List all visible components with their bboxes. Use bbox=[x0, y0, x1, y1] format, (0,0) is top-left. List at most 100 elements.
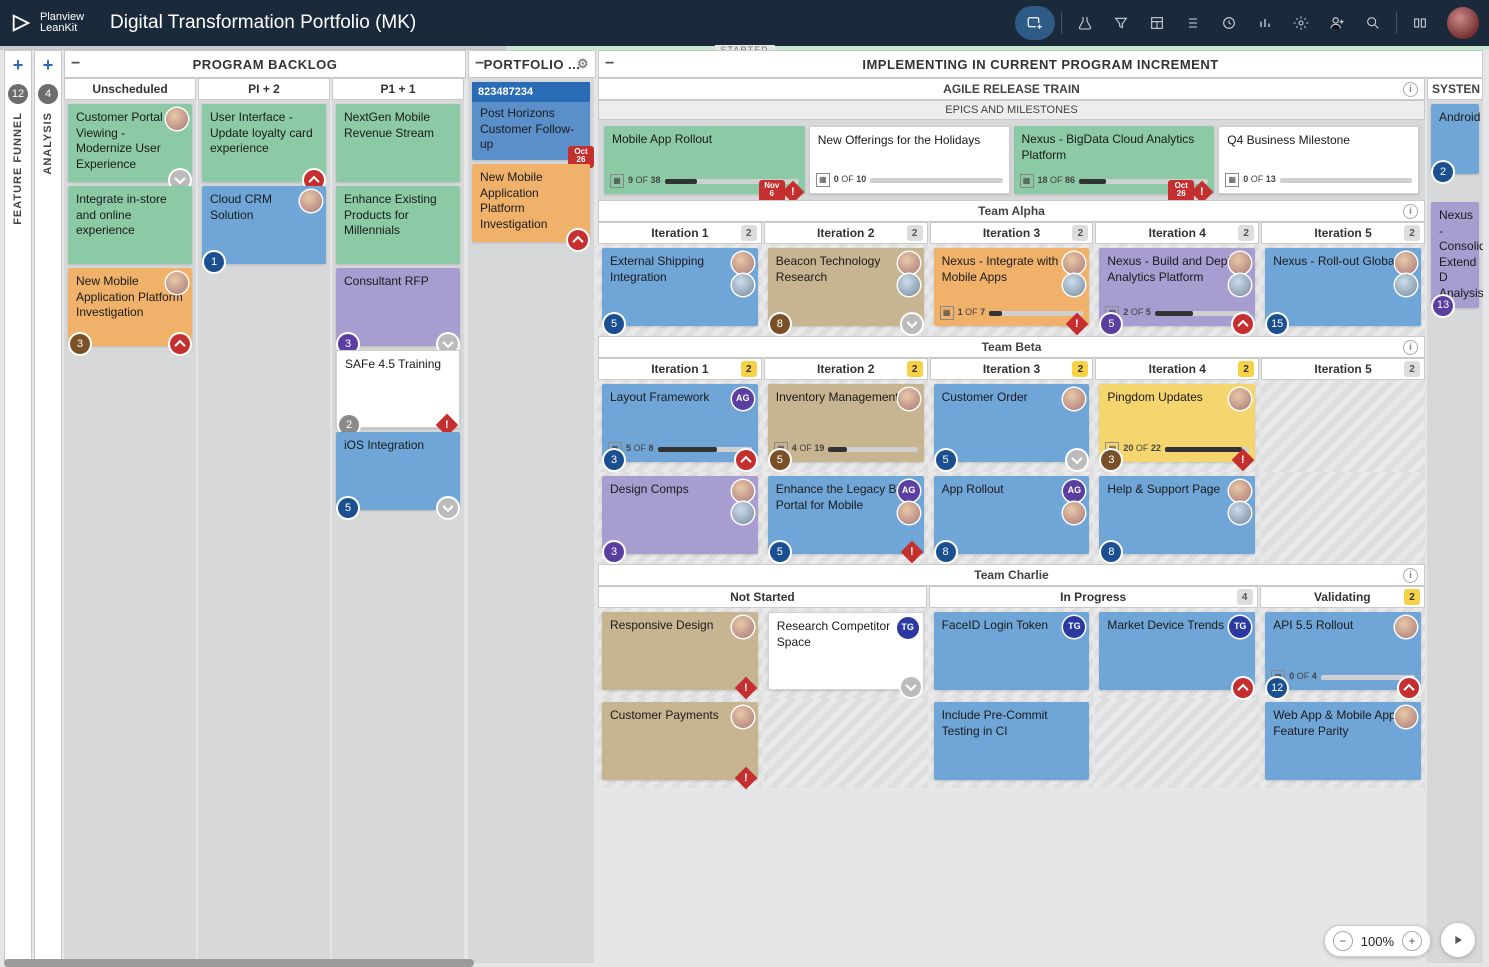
card[interactable]: Consultant RFP3 bbox=[336, 268, 460, 346]
expand-icon[interactable] bbox=[170, 334, 190, 354]
card[interactable]: Nexus - Integrate with Mobile Apps▦1 OF … bbox=[934, 248, 1090, 326]
card[interactable]: Pingdom Updates▦20 OF 223 bbox=[1099, 384, 1255, 462]
iteration-header[interactable]: Iteration 52 bbox=[1261, 358, 1425, 380]
expand-icon[interactable] bbox=[568, 230, 588, 250]
gear-icon[interactable]: ⚙ bbox=[577, 56, 589, 72]
card-count-badge[interactable]: 5 bbox=[770, 450, 790, 470]
collapse-icon[interactable]: − bbox=[605, 55, 615, 73]
card[interactable]: Nexus - Consolid Extend D Analysis13 bbox=[1431, 202, 1479, 308]
collapse-icon[interactable]: − bbox=[71, 55, 81, 73]
zoom-in-button[interactable]: + bbox=[1402, 931, 1422, 951]
card[interactable]: iOS Integration5 bbox=[336, 432, 460, 510]
card-count-badge[interactable]: 5 bbox=[1101, 314, 1121, 334]
expand-icon[interactable] bbox=[901, 677, 921, 697]
card[interactable]: Design Comps3 bbox=[602, 476, 758, 554]
card-count-badge[interactable]: 5 bbox=[770, 542, 790, 562]
column-header[interactable]: P1 + 1 bbox=[332, 78, 464, 100]
card[interactable]: Help & Support Page8 bbox=[1099, 476, 1255, 554]
iteration-header[interactable]: Iteration 52 bbox=[1261, 222, 1425, 244]
card[interactable]: Inventory Management▦4 OF 195 bbox=[768, 384, 924, 462]
card[interactable]: Nexus - Build and Deploy Analytics Platf… bbox=[1099, 248, 1255, 326]
card[interactable]: Nexus - Roll-out Globally15 bbox=[1265, 248, 1421, 326]
card[interactable]: Layout FrameworkAG▦5 OF 83 bbox=[602, 384, 758, 462]
layout-button[interactable] bbox=[1140, 6, 1174, 40]
search-button[interactable] bbox=[1356, 6, 1390, 40]
card[interactable]: Integrate in-store and online experience bbox=[68, 186, 192, 264]
card[interactable]: Enhance Existing Products for Millennial… bbox=[336, 186, 460, 264]
card[interactable]: SAFe 4.5 Training2 bbox=[336, 350, 460, 428]
expand-icon[interactable] bbox=[1399, 678, 1419, 698]
card[interactable]: API 5.5 Rollout▦0 OF 412 bbox=[1265, 612, 1421, 690]
zoom-out-button[interactable]: − bbox=[1333, 931, 1353, 951]
column-header[interactable]: Validating2 bbox=[1260, 586, 1425, 608]
iteration-header[interactable]: Iteration 42 bbox=[1095, 222, 1259, 244]
card-count-badge[interactable]: 8 bbox=[770, 314, 790, 334]
rail-analysis[interactable]: + 4 ANALYSIS bbox=[34, 50, 62, 963]
horizontal-scrollbar[interactable] bbox=[4, 959, 474, 967]
card-count-badge[interactable]: 2 bbox=[1433, 162, 1453, 182]
card[interactable]: Nexus - BigData Cloud Analytics Platform… bbox=[1014, 126, 1215, 194]
card[interactable]: Customer Portal Viewing - Modernize User… bbox=[68, 104, 192, 182]
card[interactable]: Android2 bbox=[1431, 104, 1479, 174]
card[interactable]: Market Device TrendsTG bbox=[1099, 612, 1255, 690]
alert-icon[interactable] bbox=[902, 542, 922, 562]
expand-icon[interactable] bbox=[736, 450, 756, 470]
settings-button[interactable] bbox=[1284, 6, 1318, 40]
info-icon[interactable]: i bbox=[1403, 204, 1418, 219]
lane-header[interactable]: − IMPLEMENTING IN CURRENT PROGRAM INCREM… bbox=[598, 50, 1483, 78]
card[interactable]: NextGen Mobile Revenue Stream bbox=[336, 104, 460, 182]
expand-icon[interactable] bbox=[1233, 678, 1253, 698]
iteration-header[interactable]: Iteration 32 bbox=[930, 222, 1094, 244]
rail-feature-funnel[interactable]: + 12 FEATURE FUNNEL bbox=[4, 50, 32, 963]
card[interactable]: FaceID Login TokenTG bbox=[934, 612, 1090, 690]
lane-header[interactable]: − PROGRAM BACKLOG bbox=[64, 50, 466, 78]
card[interactable]: Research Competitor SpaceTG bbox=[768, 612, 924, 690]
card-count-badge[interactable]: 3 bbox=[604, 542, 624, 562]
expand-icon[interactable] bbox=[902, 314, 922, 334]
card-count-badge[interactable]: 5 bbox=[338, 498, 358, 518]
card-count-badge[interactable]: 1 bbox=[204, 252, 224, 272]
card[interactable]: App RolloutAG8 bbox=[934, 476, 1090, 554]
alert-icon[interactable] bbox=[783, 182, 803, 202]
card[interactable]: New Offerings for the Holidays▦0 OF 10 bbox=[809, 126, 1010, 194]
card-count-badge[interactable]: 5 bbox=[604, 314, 624, 334]
card-count-badge[interactable]: 5 bbox=[936, 450, 956, 470]
card-count-badge[interactable]: 3 bbox=[604, 450, 624, 470]
filter-button[interactable] bbox=[1104, 6, 1138, 40]
expand-icon[interactable] bbox=[1233, 314, 1253, 334]
iteration-header[interactable]: Iteration 32 bbox=[930, 358, 1094, 380]
column-header[interactable]: Not Started bbox=[598, 586, 927, 608]
card[interactable]: Responsive Design bbox=[602, 612, 758, 690]
alert-icon[interactable] bbox=[1233, 450, 1253, 470]
card[interactable]: Q4 Business Milestone▦0 OF 13 bbox=[1218, 126, 1419, 194]
metrics-button[interactable] bbox=[1068, 6, 1102, 40]
alert-icon[interactable] bbox=[736, 678, 756, 698]
user-avatar[interactable] bbox=[1447, 7, 1479, 39]
alert-icon[interactable] bbox=[1067, 314, 1087, 334]
info-icon[interactable]: i bbox=[1403, 568, 1418, 583]
card[interactable]: User Interface - Update loyalty card exp… bbox=[202, 104, 326, 182]
expand-icon[interactable] bbox=[1067, 450, 1087, 470]
collapse-icon[interactable]: − bbox=[475, 55, 485, 73]
card[interactable]: Web App & Mobile App Feature Parity bbox=[1265, 702, 1421, 780]
list-button[interactable] bbox=[1176, 6, 1210, 40]
card-count-badge[interactable]: 3 bbox=[1101, 450, 1121, 470]
card-count-badge[interactable]: 13 bbox=[1433, 296, 1453, 316]
card[interactable]: New Mobile Application Platform Investig… bbox=[68, 268, 192, 346]
expand-icon[interactable] bbox=[438, 498, 458, 518]
card[interactable]: Customer Payments bbox=[602, 702, 758, 780]
column-header[interactable]: Unscheduled bbox=[64, 78, 196, 100]
time-button[interactable] bbox=[1212, 6, 1246, 40]
card-count-badge[interactable]: 15 bbox=[1267, 314, 1287, 334]
card-count-badge[interactable]: 3 bbox=[70, 334, 90, 354]
card[interactable]: Cloud CRM Solution1 bbox=[202, 186, 326, 264]
iteration-header[interactable]: Iteration 22 bbox=[764, 358, 928, 380]
iteration-header[interactable]: Iteration 22 bbox=[764, 222, 928, 244]
card-count-badge[interactable]: 8 bbox=[936, 542, 956, 562]
boards-button[interactable] bbox=[1403, 6, 1437, 40]
iteration-header[interactable]: Iteration 12 bbox=[598, 222, 762, 244]
card[interactable]: Beacon Technology Research8 bbox=[768, 248, 924, 326]
column-header[interactable]: PI + 2 bbox=[198, 78, 330, 100]
column-header[interactable]: In Progress4 bbox=[929, 586, 1258, 608]
card-count-badge[interactable]: 8 bbox=[1101, 542, 1121, 562]
